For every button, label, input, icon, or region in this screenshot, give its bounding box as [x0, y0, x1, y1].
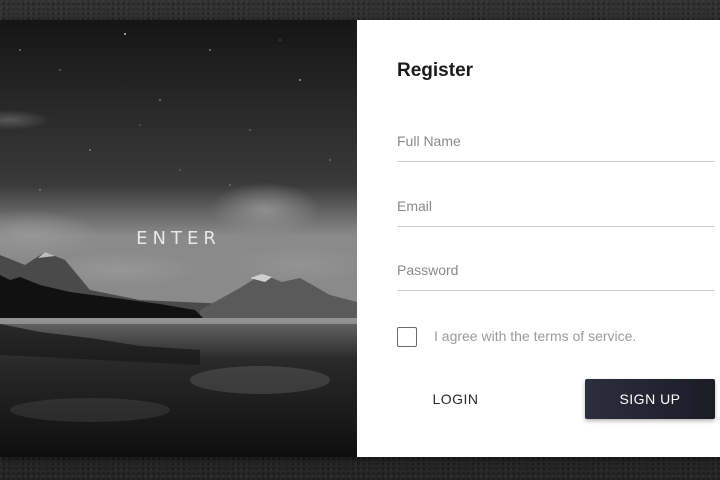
full-name-field[interactable] [397, 126, 715, 162]
password-field[interactable] [397, 255, 715, 291]
email-field[interactable] [397, 191, 715, 227]
form-title: Register [397, 60, 474, 81]
terms-label: I agree with the terms of service. [434, 328, 637, 344]
register-form: Register I agree with the terms of servi… [357, 20, 720, 457]
login-button[interactable]: LOGIN [397, 379, 514, 419]
register-card: ENTER Register I agree with the terms of… [0, 20, 720, 457]
enter-label[interactable]: ENTER [0, 228, 357, 249]
hero-image: ENTER [0, 20, 357, 457]
terms-checkbox[interactable] [397, 327, 417, 347]
signup-button[interactable]: SIGN UP [585, 379, 715, 419]
